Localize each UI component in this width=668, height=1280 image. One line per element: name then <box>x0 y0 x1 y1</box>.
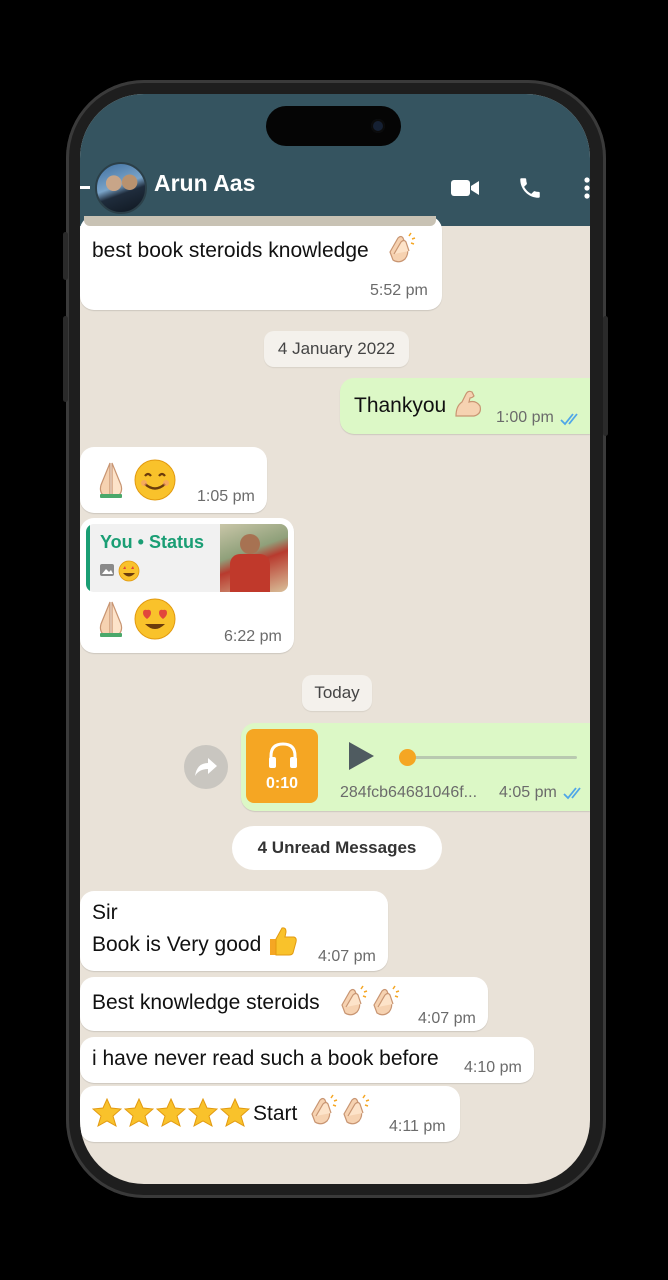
audio-filename: 284fcb64681046f... <box>340 784 478 801</box>
chat-screen: Arun Aas best book steroids knowledge 5:… <box>80 94 590 1184</box>
star-emoji <box>220 1098 250 1128</box>
star-struck-emoji <box>118 560 140 582</box>
message-text: Start <box>253 1102 298 1125</box>
message-incoming[interactable]: Start 4:11 pm <box>80 1086 460 1142</box>
star-emoji <box>124 1098 154 1128</box>
unread-messages-banner: 4 Unread Messages <box>232 826 442 870</box>
back-arrow-icon[interactable] <box>80 186 90 189</box>
message-text: best book steroids knowledge <box>92 239 369 262</box>
status-thumbnail[interactable] <box>220 524 288 592</box>
headphones-icon <box>269 742 297 768</box>
clapping-hands-emoji <box>373 985 400 1016</box>
voice-call-icon[interactable] <box>517 175 543 201</box>
phone-button <box>63 316 68 402</box>
clapping-hands-emoji <box>389 232 416 263</box>
message-outgoing-audio[interactable]: 0:10 284fcb64681046f... 4:05 pm <box>241 723 590 811</box>
message-text: i have never read such a book before <box>92 1047 439 1070</box>
audio-duration: 0:10 <box>265 775 299 792</box>
folded-hands-emoji <box>99 462 123 498</box>
date-separator: 4 January 2022 <box>264 331 409 367</box>
photo-icon <box>100 564 114 576</box>
dynamic-island <box>266 106 401 146</box>
message-text: Sir <box>92 901 118 924</box>
message-time: 4:10 pm <box>464 1059 522 1076</box>
thumbs-up-emoji <box>270 927 297 956</box>
flexed-biceps-emoji <box>455 390 481 417</box>
quote-bar <box>86 524 90 592</box>
message-incoming[interactable]: best book steroids knowledge 5:52 pm <box>80 216 442 310</box>
message-incoming[interactable]: 1:05 pm <box>80 447 267 513</box>
message-list[interactable]: best book steroids knowledge 5:52 pm 4 J… <box>80 216 590 1184</box>
quote-author: You • Status <box>100 532 204 552</box>
audio-thumbnail: 0:10 <box>246 729 318 803</box>
message-time: 6:22 pm <box>224 628 282 645</box>
clapping-hands-emoji <box>343 1094 370 1125</box>
message-time: 4:07 pm <box>318 948 376 965</box>
read-ticks-icon <box>560 413 578 426</box>
audio-progress-knob[interactable] <box>399 749 416 766</box>
avatar[interactable] <box>95 162 147 214</box>
date-separator: Today <box>302 675 372 711</box>
folded-hands-emoji <box>99 601 123 637</box>
forward-icon <box>195 758 217 776</box>
star-emoji <box>188 1098 218 1128</box>
clapping-hands-emoji <box>341 985 368 1016</box>
video-call-icon[interactable] <box>450 178 480 198</box>
read-ticks-icon <box>563 787 581 800</box>
message-incoming[interactable]: Best knowledge steroids 4:07 pm <box>80 977 488 1031</box>
message-text: Best knowledge steroids <box>92 991 320 1014</box>
image-preview-edge <box>84 216 436 226</box>
star-emoji <box>92 1098 122 1128</box>
message-text: Book is Very good <box>92 933 262 956</box>
clapping-hands-emoji <box>311 1094 338 1125</box>
message-time: 4:05 pm <box>499 784 557 801</box>
phone-button <box>603 316 608 436</box>
message-time: 4:07 pm <box>418 1010 476 1027</box>
more-options-icon[interactable] <box>583 176 590 200</box>
forward-button[interactable] <box>184 745 228 789</box>
camera-icon <box>371 119 385 133</box>
message-text: Thankyou <box>354 394 447 417</box>
play-icon[interactable] <box>347 741 375 771</box>
message-incoming[interactable]: i have never read such a book before 4:1… <box>80 1037 534 1083</box>
message-time: 5:52 pm <box>370 282 428 299</box>
contact-name[interactable]: Arun Aas <box>154 170 255 197</box>
message-time: 4:11 pm <box>389 1118 446 1135</box>
phone-button <box>63 232 68 280</box>
message-incoming[interactable]: You • Status 6:22 pm <box>80 518 294 653</box>
star-emoji <box>156 1098 186 1128</box>
message-outgoing[interactable]: Thankyou 1:00 pm <box>340 378 590 434</box>
message-time: 1:05 pm <box>197 488 255 505</box>
audio-progress-track[interactable] <box>399 749 577 766</box>
message-time: 1:00 pm <box>496 409 554 426</box>
status-reply-quote[interactable]: You • Status <box>86 524 288 592</box>
heart-eyes-emoji <box>134 598 176 640</box>
message-incoming[interactable]: Sir Book is Very good 4:07 pm <box>80 891 388 971</box>
smiling-face-emoji <box>134 459 176 501</box>
